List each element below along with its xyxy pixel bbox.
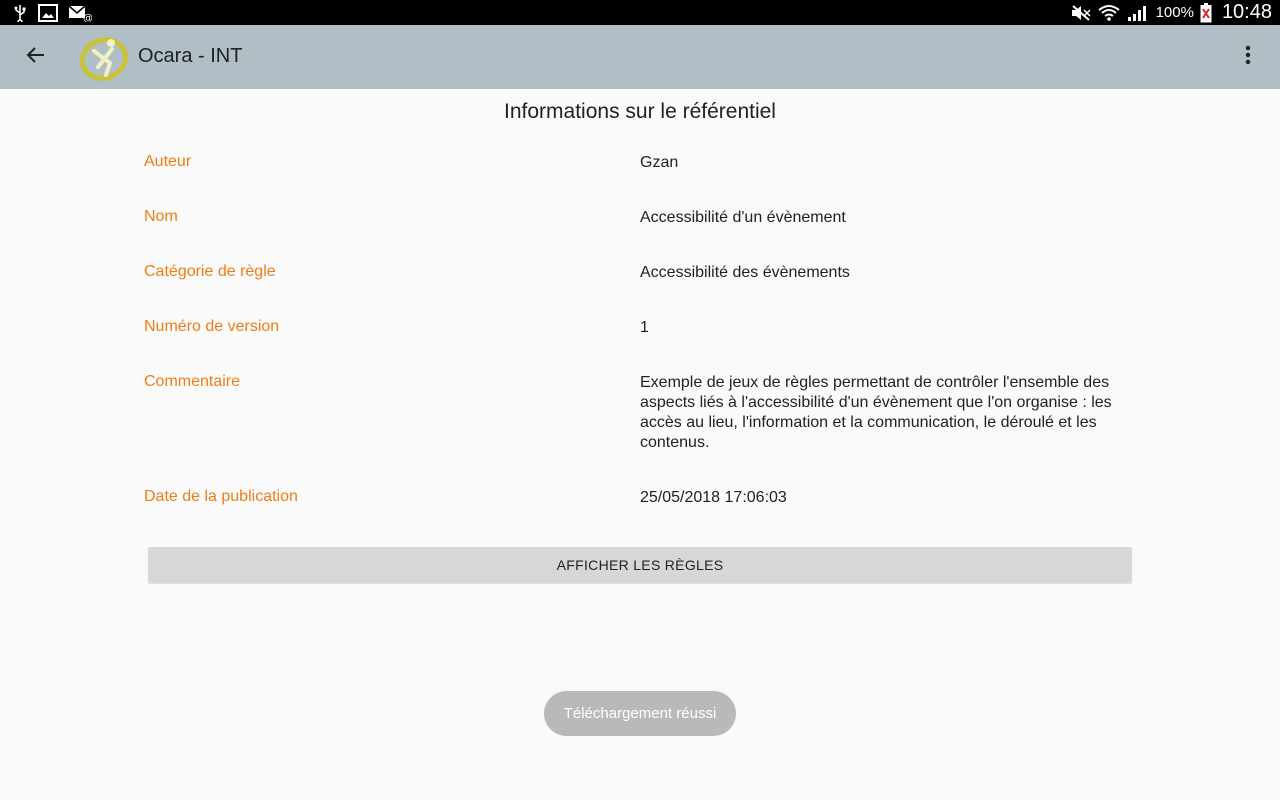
info-value: Exemple de jeux de règles permettant de …	[640, 374, 1112, 451]
usb-icon	[12, 4, 28, 22]
status-bar: @ 100% 10:48	[0, 0, 1280, 25]
mute-icon	[1070, 4, 1092, 22]
more-vert-icon	[1245, 45, 1251, 70]
info-label: Nom	[144, 208, 178, 225]
status-bar-left: @	[0, 3, 92, 22]
info-label: Date de la publication	[144, 488, 298, 505]
clock: 10:48	[1221, 1, 1272, 23]
show-rules-button[interactable]: AFFICHER LES RÈGLES	[148, 547, 1132, 583]
arrow-back-icon	[26, 45, 46, 70]
info-value: 1	[640, 319, 649, 336]
overflow-menu-button[interactable]	[1230, 39, 1266, 75]
wifi-icon	[1097, 4, 1120, 22]
info-value: Accessibilité des évènements	[640, 264, 850, 281]
app-title: Ocara - INT	[138, 45, 243, 67]
toast-message: Téléchargement réussi	[544, 691, 736, 736]
app-bar: Ocara - INT	[0, 25, 1280, 89]
back-button[interactable]	[16, 37, 56, 77]
battery-icon	[1200, 2, 1212, 23]
svg-text:@: @	[83, 13, 92, 22]
info-value: Accessibilité d'un évènement	[640, 209, 846, 226]
signal-icon	[1126, 4, 1150, 22]
app-logo	[79, 33, 129, 81]
info-value: 25/05/2018 17:06:03	[640, 489, 787, 506]
email-icon: @	[68, 4, 92, 22]
image-icon	[38, 3, 58, 22]
info-value: Gzan	[640, 154, 679, 171]
info-label: Numéro de version	[144, 318, 280, 335]
info-label: Catégorie de règle	[144, 263, 276, 280]
info-label: Commentaire	[144, 373, 241, 390]
battery-percent: 100%	[1155, 4, 1194, 21]
page-title: Informations sur le référentiel	[504, 100, 776, 123]
info-label: Auteur	[144, 153, 192, 170]
status-bar-right: 100% 10:48	[1070, 1, 1280, 24]
